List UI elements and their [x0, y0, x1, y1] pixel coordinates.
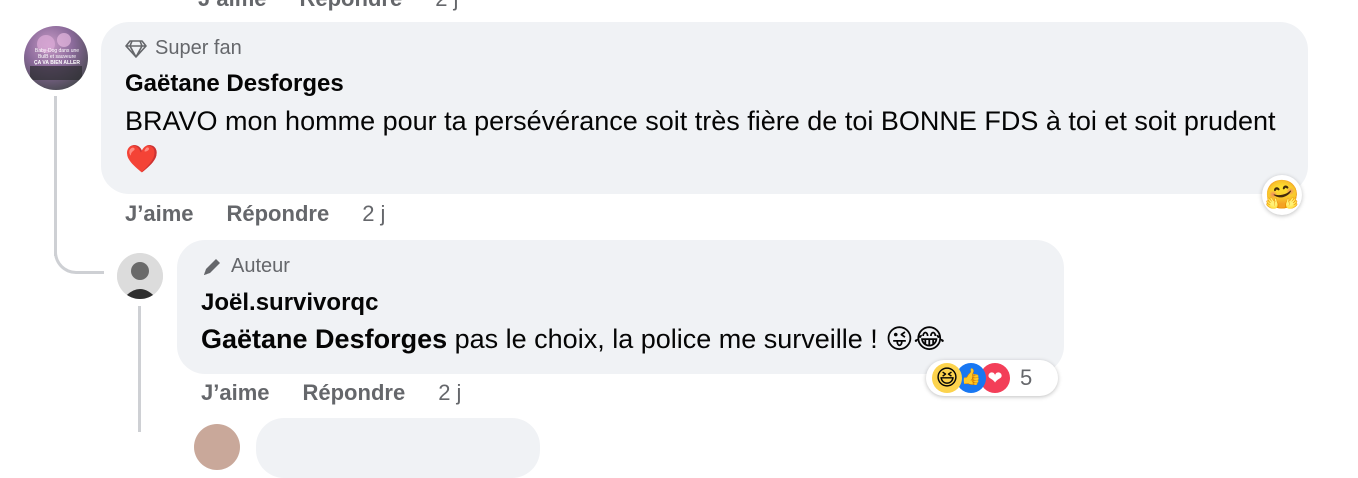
avatar-caption: Baby-Dog dans une BulB et sauveure ÇA VA… — [33, 48, 81, 66]
comment-text: Gaëtane Desforges pas le choix, la polic… — [201, 324, 946, 354]
comment-author[interactable]: Gaëtane Desforges — [125, 70, 344, 98]
mention-link[interactable]: Gaëtane Desforges — [201, 324, 447, 354]
like-link[interactable]: J’aime — [201, 380, 270, 406]
avatar[interactable]: Baby-Dog dans une BulB et sauveure ÇA VA… — [24, 26, 88, 90]
laughing-emojis: 😜😂 — [885, 324, 946, 354]
reply-link[interactable]: Répondre — [300, 0, 403, 12]
thread-line-reply — [138, 306, 141, 432]
super-fan-badge[interactable]: Super fan — [125, 37, 242, 60]
timestamp[interactable]: 2 j — [438, 380, 461, 406]
reply-bubble — [256, 418, 540, 478]
like-link[interactable]: J’aime — [125, 201, 194, 227]
badge-label: Auteur — [231, 255, 290, 277]
diamond-icon — [125, 39, 147, 58]
author-badge[interactable]: Auteur — [201, 255, 290, 278]
thread-line-curve — [54, 234, 104, 274]
haha-reaction-icon: 😆 — [932, 363, 962, 393]
comment-text: BRAVO mon homme pour ta persévérance soi… — [125, 106, 1276, 174]
like-link[interactable]: J’aime — [198, 0, 267, 12]
badge-label: Super fan — [155, 37, 242, 59]
avatar-image — [117, 253, 163, 299]
comment-actions: J’aime Répondre 2 j — [125, 201, 385, 227]
previous-comment-actions: J’aime Répondre 2 j — [198, 0, 458, 12]
reaction-count: 5 — [1020, 365, 1033, 390]
comment-actions: J’aime Répondre 2 j — [201, 380, 461, 406]
avatar[interactable] — [117, 253, 163, 299]
timestamp[interactable]: 2 j — [435, 0, 458, 12]
avatar[interactable] — [194, 424, 240, 470]
reply-link[interactable]: Répondre — [303, 380, 406, 406]
comment-author[interactable]: Joël.survivorqc — [201, 289, 378, 317]
pen-icon — [204, 258, 220, 275]
reaction-summary[interactable]: 😆 👍 ❤ 5 — [926, 360, 1058, 396]
timestamp[interactable]: 2 j — [362, 201, 385, 227]
reply-link[interactable]: Répondre — [227, 201, 330, 227]
heart-emoji: ❤️ — [125, 144, 159, 174]
thread-line-vertical — [54, 96, 57, 256]
care-reaction-icon[interactable]: 🤗 — [1262, 175, 1302, 215]
